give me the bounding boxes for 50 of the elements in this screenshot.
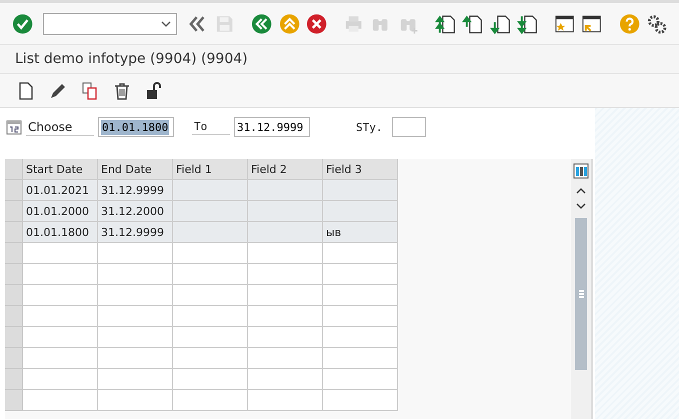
previous-page-icon[interactable]	[462, 12, 484, 34]
row-selector[interactable]	[5, 243, 23, 264]
table-cell: 31.12.2000	[98, 201, 173, 222]
column-header[interactable]: Field 1	[173, 159, 248, 180]
row-selector[interactable]	[5, 369, 23, 390]
row-selector[interactable]	[5, 222, 23, 243]
column-header[interactable]: Field 3	[323, 159, 398, 180]
next-page-icon[interactable]	[490, 12, 511, 34]
check-icon[interactable]	[12, 12, 34, 34]
trash-icon[interactable]	[112, 80, 132, 100]
help-icon[interactable]	[618, 12, 640, 34]
calendar-icon	[6, 119, 22, 135]
row-selector[interactable]	[5, 327, 23, 348]
field-label: STy.	[355, 120, 384, 134]
scrollbar-thumb[interactable]	[575, 218, 587, 370]
command-field[interactable]	[43, 12, 177, 34]
table-cell: 31.12.9999	[98, 222, 173, 243]
cancel-icon[interactable]	[306, 12, 328, 34]
caret-icon[interactable]	[160, 20, 171, 26]
row-selector[interactable]	[5, 390, 23, 411]
row-selector-header[interactable]	[5, 159, 23, 180]
back-icon[interactable]	[251, 12, 273, 34]
first-page-icon[interactable]	[434, 12, 456, 34]
settings-icon[interactable]	[646, 12, 668, 34]
field-label: Choose	[26, 118, 94, 136]
row-selector[interactable]	[5, 201, 23, 222]
column-header[interactable]: Start Date	[23, 159, 98, 180]
table-cell: 01.01.2000	[23, 201, 98, 222]
unlock-icon[interactable]	[144, 80, 164, 100]
table-cell: 01.01.2021	[23, 180, 98, 201]
scroll-down-icon[interactable]	[576, 203, 586, 209]
field-label: To	[192, 119, 230, 135]
row-selector[interactable]	[5, 306, 23, 327]
row-selector[interactable]	[5, 348, 23, 369]
date-from-field[interactable]: 01.01.1800	[98, 117, 174, 137]
column-settings-icon[interactable]	[573, 163, 589, 179]
row-selector[interactable]	[5, 285, 23, 306]
screen-title: List demo infotype (9904) (9904)	[15, 51, 248, 67]
row-selector[interactable]	[5, 180, 23, 201]
column-header[interactable]: End Date	[98, 159, 173, 180]
subtype-field[interactable]	[392, 117, 426, 137]
column-header[interactable]: Field 2	[248, 159, 323, 180]
table-cell: 01.01.1800	[23, 222, 98, 243]
table-cell: ыв	[323, 222, 398, 243]
date-to-field[interactable]: 31.12.9999	[234, 117, 310, 137]
exit-icon[interactable]	[278, 12, 300, 34]
scroll-up-icon[interactable]	[576, 188, 586, 194]
table-cell: 31.12.9999	[98, 180, 173, 201]
last-page-icon[interactable]	[516, 12, 538, 34]
row-selector[interactable]	[5, 264, 23, 285]
